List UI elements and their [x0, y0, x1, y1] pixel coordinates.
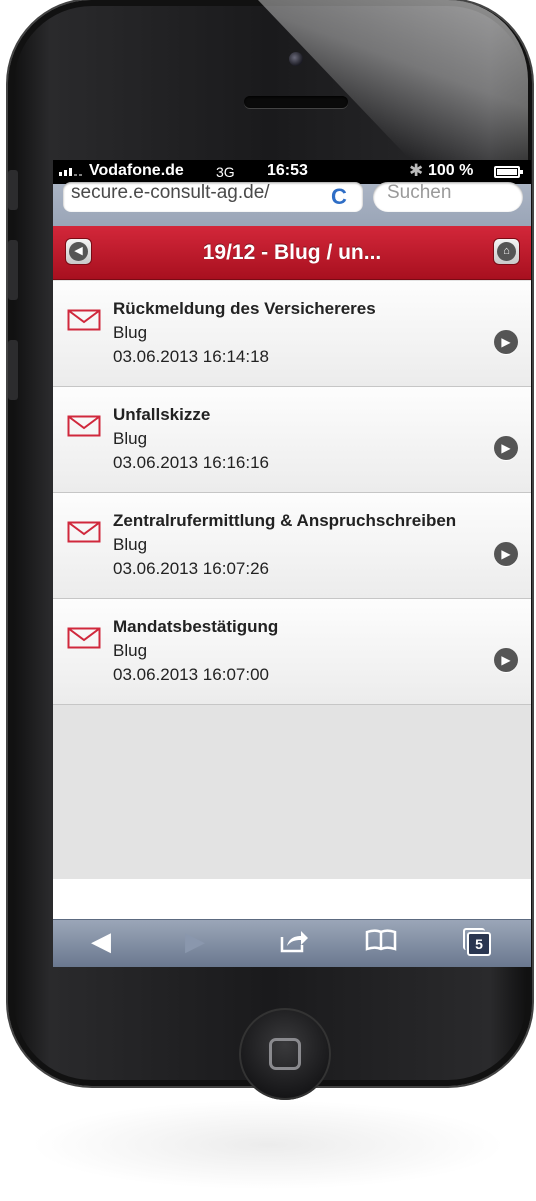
floor-reflection: [30, 1100, 506, 1190]
chevron-right-icon: ▶: [494, 648, 518, 672]
status-bar: Vodafone.de 3G 16:53 ✱ 100 %: [53, 160, 531, 184]
page-header: ◀ 19/12 - Blug / un... ⌂: [53, 226, 531, 280]
mute-switch: [8, 170, 18, 210]
message-date: 03.06.2013 16:14:18: [113, 347, 269, 366]
message-sender: Blug: [113, 641, 148, 660]
phone-screen: Vodafone.de 3G 16:53 ✱ 100 % secure.e-co…: [53, 160, 531, 967]
message-date: 03.06.2013 16:16:16: [113, 453, 269, 472]
bluetooth-icon: ✱: [409, 161, 424, 180]
list-item[interactable]: Mandatsbestätigung Blug 03.06.2013 16:07…: [53, 599, 531, 705]
battery-percent: 100 %: [428, 162, 474, 179]
front-camera: [289, 52, 303, 66]
browser-address-area: secure.e-consult-ag.de/ C Suchen: [53, 182, 531, 226]
url-text: secure.e-consult-ag.de/: [71, 182, 270, 203]
home-icon: ⌂: [497, 242, 516, 261]
tab-count: 5: [475, 936, 483, 952]
message-sender: Blug: [113, 323, 148, 342]
chevron-left-icon: ◀: [69, 242, 88, 261]
share-icon[interactable]: [279, 928, 309, 959]
page-title: 19/12 - Blug / un...: [202, 241, 382, 264]
chevron-right-icon: ▶: [494, 330, 518, 354]
carrier-name: Vodafone.de: [89, 162, 184, 179]
url-field[interactable]: secure.e-consult-ag.de/: [63, 182, 363, 212]
chevron-right-icon: ▶: [494, 542, 518, 566]
message-subject: Unfallskizze: [113, 405, 211, 424]
volume-down-button: [8, 340, 18, 400]
reload-icon[interactable]: C: [331, 184, 347, 210]
chevron-right-icon: ▶: [494, 436, 518, 460]
earpiece-speaker: [244, 96, 348, 108]
message-subject: Zentralrufermittlung & Anspruchschreiben: [113, 511, 457, 530]
message-date: 03.06.2013 16:07:26: [113, 559, 269, 578]
browser-forward-icon[interactable]: ▶: [185, 928, 205, 954]
envelope-icon: [67, 309, 101, 331]
back-button[interactable]: ◀: [65, 238, 92, 265]
status-time: 16:53: [267, 162, 308, 179]
search-placeholder: Suchen: [387, 182, 452, 203]
network-type: 3G: [216, 164, 235, 180]
battery-icon: [494, 166, 523, 178]
bookmarks-icon[interactable]: [365, 928, 397, 957]
envelope-icon: [67, 627, 101, 649]
list-item[interactable]: Zentralrufermittlung & Anspruchschreiben…: [53, 493, 531, 599]
search-input[interactable]: Suchen: [373, 182, 523, 212]
tabs-icon[interactable]: 5: [463, 928, 491, 956]
page-bottom-blank: [53, 879, 531, 919]
home-nav-button[interactable]: ⌂: [493, 238, 520, 265]
browser-toolbar: ◀ ▶ 5: [53, 919, 531, 967]
message-sender: Blug: [113, 535, 148, 554]
volume-up-button: [8, 240, 18, 300]
envelope-icon: [67, 521, 101, 543]
browser-back-icon[interactable]: ◀: [91, 928, 111, 954]
home-button-icon: [269, 1038, 301, 1070]
home-button[interactable]: [239, 1008, 331, 1100]
glass-reflection: [258, 0, 528, 170]
signal-strength-icon: [59, 168, 82, 176]
message-subject: Mandatsbestätigung: [113, 617, 279, 636]
message-list: Rückmeldung des Versichereres Blug 03.06…: [53, 281, 531, 705]
list-item[interactable]: Rückmeldung des Versichereres Blug 03.06…: [53, 281, 531, 387]
message-subject: Rückmeldung des Versichereres: [113, 299, 376, 318]
message-date: 03.06.2013 16:07:00: [113, 665, 269, 684]
list-item[interactable]: Unfallskizze Blug 03.06.2013 16:16:16 ▶: [53, 387, 531, 493]
message-sender: Blug: [113, 429, 148, 448]
envelope-icon: [67, 415, 101, 437]
